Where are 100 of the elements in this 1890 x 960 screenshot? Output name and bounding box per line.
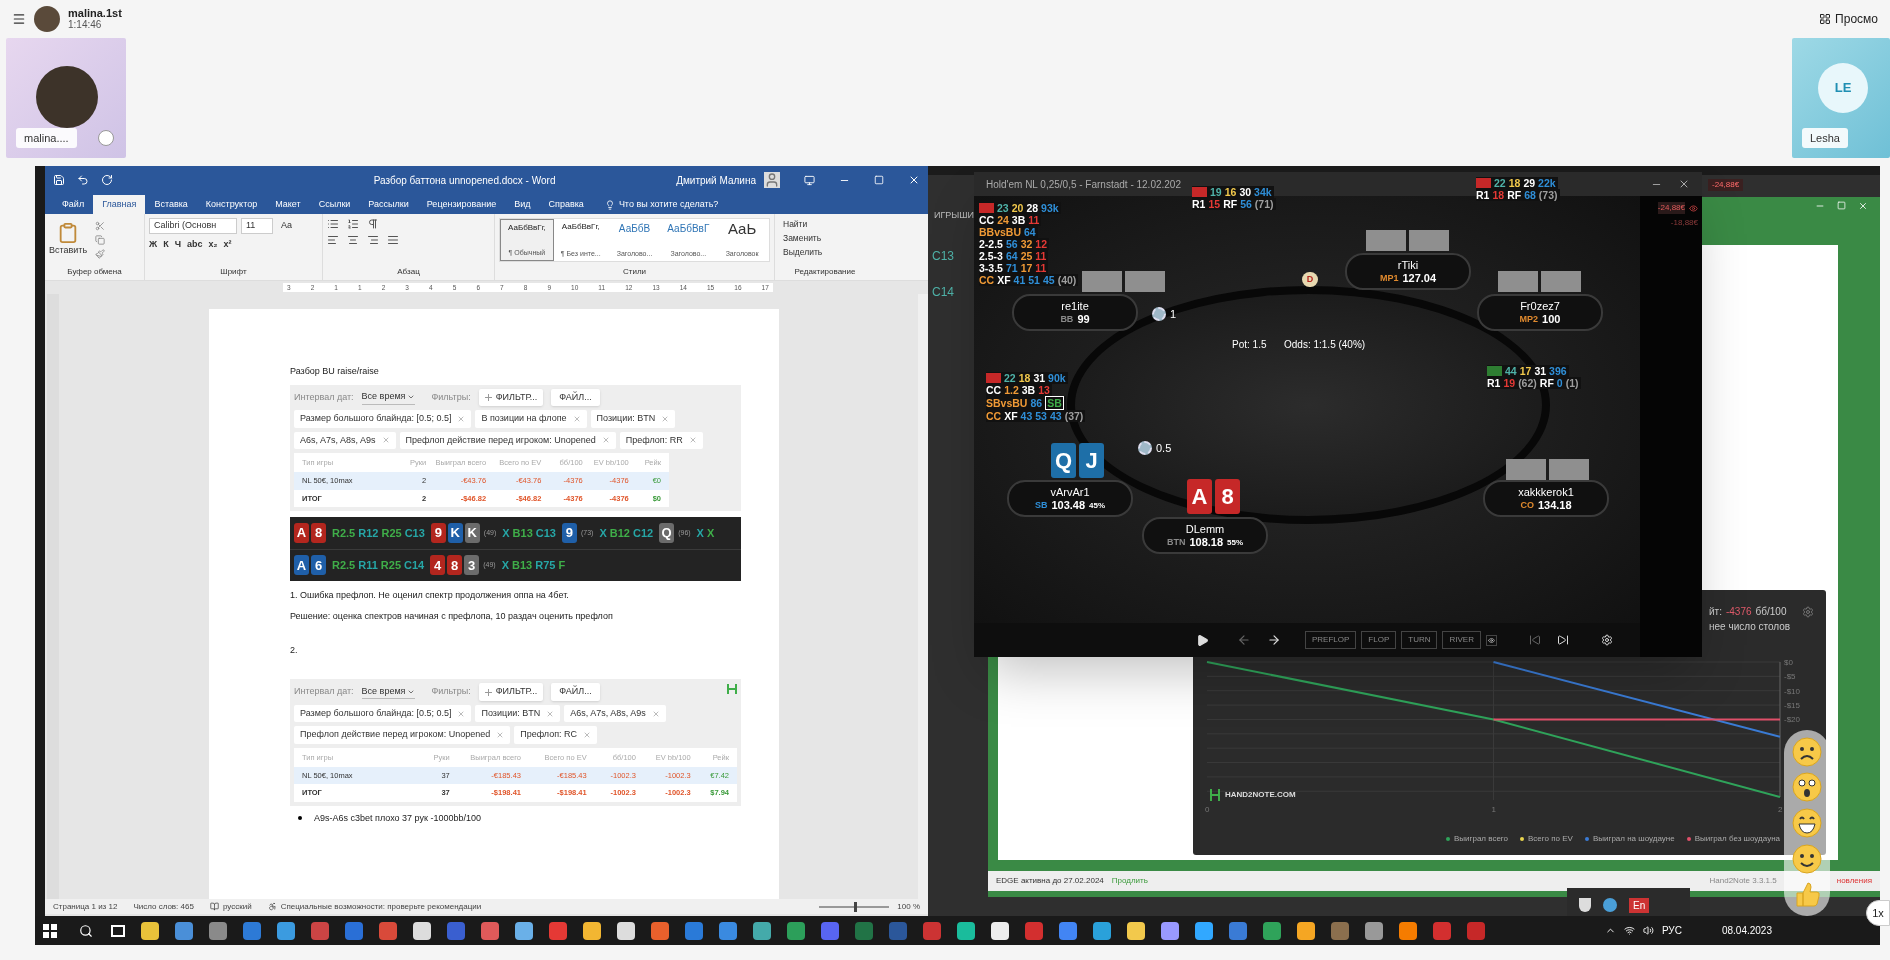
- ribbon-tab[interactable]: Вид: [505, 195, 540, 214]
- play-icon[interactable]: [1196, 633, 1209, 647]
- add-filter-button[interactable]: ФИЛЬТР...: [478, 388, 544, 406]
- ribbon-tab[interactable]: Справка: [539, 195, 593, 214]
- view-button[interactable]: Просмо: [1835, 10, 1878, 28]
- skip-start-icon[interactable]: [1528, 634, 1541, 646]
- close-icon[interactable]: [908, 174, 920, 186]
- taskbar-app-icon[interactable]: [991, 921, 1009, 940]
- action-label: B12: [609, 525, 630, 541]
- update-link[interactable]: новления: [1836, 875, 1872, 887]
- ribbon-tab[interactable]: Рассылки: [359, 195, 418, 214]
- filter-chip[interactable]: Префлоп действие перед игроком: Unopened: [399, 431, 616, 449]
- format-painter-icon[interactable]: [95, 249, 106, 259]
- taskbar-app-icon[interactable]: [583, 921, 601, 940]
- format-button[interactable]: Ч: [174, 237, 181, 251]
- ribbon-tab[interactable]: Файл: [53, 195, 94, 214]
- ribbon-tab[interactable]: Макет: [266, 195, 310, 214]
- display-icon[interactable]: [804, 174, 815, 186]
- taskbar-app-icon[interactable]: [617, 921, 635, 940]
- taskbar-app-icon[interactable]: [1161, 921, 1179, 940]
- date-dropdown[interactable]: Все время: [361, 390, 416, 405]
- maximize-icon[interactable]: [874, 175, 884, 185]
- pilcrow-icon[interactable]: [367, 218, 379, 230]
- playing-card: 9: [562, 522, 577, 543]
- eye-icon[interactable]: [1689, 203, 1698, 213]
- filter-chip[interactable]: A6s, A7s, A8s, A9s: [294, 431, 396, 449]
- format-button[interactable]: К: [163, 237, 169, 251]
- undo-icon[interactable]: [77, 174, 89, 186]
- taskbar-app-icon[interactable]: [1399, 921, 1417, 940]
- editing-command[interactable]: Выделить: [783, 245, 867, 259]
- slider-thumb[interactable]: [854, 901, 858, 912]
- format-button[interactable]: x₂: [208, 237, 218, 251]
- taskbar-app-icon[interactable]: [141, 921, 159, 940]
- search-icon[interactable]: [79, 923, 93, 938]
- ribbon-tab[interactable]: Вставка: [145, 195, 197, 214]
- grinning-emoji-icon[interactable]: [1791, 807, 1823, 839]
- numbering-icon[interactable]: [347, 218, 359, 230]
- taskbar-app-icon[interactable]: [515, 921, 533, 940]
- bullets-icon[interactable]: [327, 218, 339, 230]
- tell-me-field[interactable]: Что вы хотите сделать?: [618, 197, 719, 212]
- filter-chip[interactable]: Префлоп: RC: [514, 726, 598, 744]
- close-icon[interactable]: [1678, 178, 1690, 190]
- align-center-icon[interactable]: [347, 234, 359, 246]
- taskbar-app-icon[interactable]: [1365, 921, 1383, 940]
- editing-command[interactable]: Заменить: [783, 231, 867, 245]
- date-dropdown[interactable]: Все время: [361, 684, 416, 700]
- align-right-icon[interactable]: [367, 234, 379, 246]
- font-dropdown[interactable]: Calibri (Основн: [149, 218, 237, 234]
- menu-icon[interactable]: [12, 12, 26, 26]
- street-button[interactable]: RIVER: [1442, 631, 1481, 649]
- cut-icon[interactable]: [95, 221, 106, 231]
- taskbar-app-icon[interactable]: [957, 921, 975, 940]
- filter-chip[interactable]: Размер большого блайнда: [0.5; 0.5]: [294, 704, 472, 723]
- ribbon-tab[interactable]: Ссылки: [309, 195, 360, 214]
- file-button[interactable]: ФАЙЛ...: [551, 683, 600, 701]
- skip-end-icon[interactable]: [1556, 634, 1569, 646]
- task-view-icon[interactable]: [111, 924, 125, 937]
- align-left-icon[interactable]: [327, 234, 339, 246]
- taskbar-app-icon[interactable]: [1093, 921, 1111, 940]
- taskbar-app-icon[interactable]: [413, 921, 431, 940]
- street-button[interactable]: TURN: [1401, 631, 1438, 649]
- filter-chip[interactable]: Префлоп действие перед игроком: Unopened: [294, 726, 511, 744]
- ribbon-tab[interactable]: Рецензирование: [417, 195, 506, 214]
- paste-button[interactable]: Вставить: [49, 244, 88, 258]
- filter-chip[interactable]: A6s, A7s, A8s, A9s: [564, 704, 666, 723]
- taskbar-app-icon[interactable]: [277, 921, 295, 940]
- filter-chip[interactable]: Размер большого блайнда: [0.5; 0.5]: [294, 410, 472, 428]
- sad-emoji-icon[interactable]: [1791, 735, 1823, 768]
- format-button[interactable]: Ж: [149, 237, 158, 251]
- smiling-emoji-icon[interactable]: [1791, 842, 1823, 875]
- street-button[interactable]: FLOP: [1361, 631, 1397, 649]
- ribbon-tab[interactable]: Конструктор: [196, 195, 267, 214]
- filter-chip[interactable]: Позиции: BTN: [590, 410, 676, 428]
- ribbon-tab[interactable]: Главная: [93, 195, 146, 214]
- surprised-emoji-icon[interactable]: [1791, 771, 1823, 804]
- change-case-button[interactable]: Аа: [281, 219, 293, 233]
- hud-stat: (37): [1064, 410, 1084, 422]
- windows-logo-icon[interactable]: [43, 923, 57, 938]
- redo-icon[interactable]: [101, 174, 113, 186]
- filter-chip[interactable]: В позиции на флопе: [475, 410, 587, 428]
- filter-chip[interactable]: Позиции: BTN: [475, 704, 561, 723]
- maximize-icon[interactable]: [1837, 201, 1846, 210]
- add-filter-button[interactable]: ФИЛЬТР...: [478, 683, 544, 701]
- filter-chip[interactable]: Префлоп: RR: [619, 431, 703, 449]
- editing-command[interactable]: Найти: [783, 218, 867, 231]
- hud-stat: 15: [1208, 198, 1221, 210]
- justify-icon[interactable]: [387, 234, 399, 246]
- taskbar-app-icon[interactable]: [1195, 921, 1213, 940]
- street-button[interactable]: PREFLOP: [1305, 631, 1357, 649]
- hud-stat: 22: [1004, 372, 1016, 384]
- taskbar-app-icon[interactable]: [1127, 921, 1145, 940]
- close-icon[interactable]: [1858, 201, 1868, 211]
- format-button[interactable]: abc: [186, 237, 203, 251]
- file-button[interactable]: ФАЙЛ...: [551, 388, 600, 406]
- format-button[interactable]: x²: [223, 237, 232, 251]
- save-icon[interactable]: [53, 174, 65, 186]
- font-size-dropdown[interactable]: 11: [241, 218, 273, 234]
- taskbar-app-icon[interactable]: [753, 921, 771, 940]
- eye-icon[interactable]: [1485, 634, 1497, 646]
- taskbar-app-icon[interactable]: [1297, 921, 1315, 940]
